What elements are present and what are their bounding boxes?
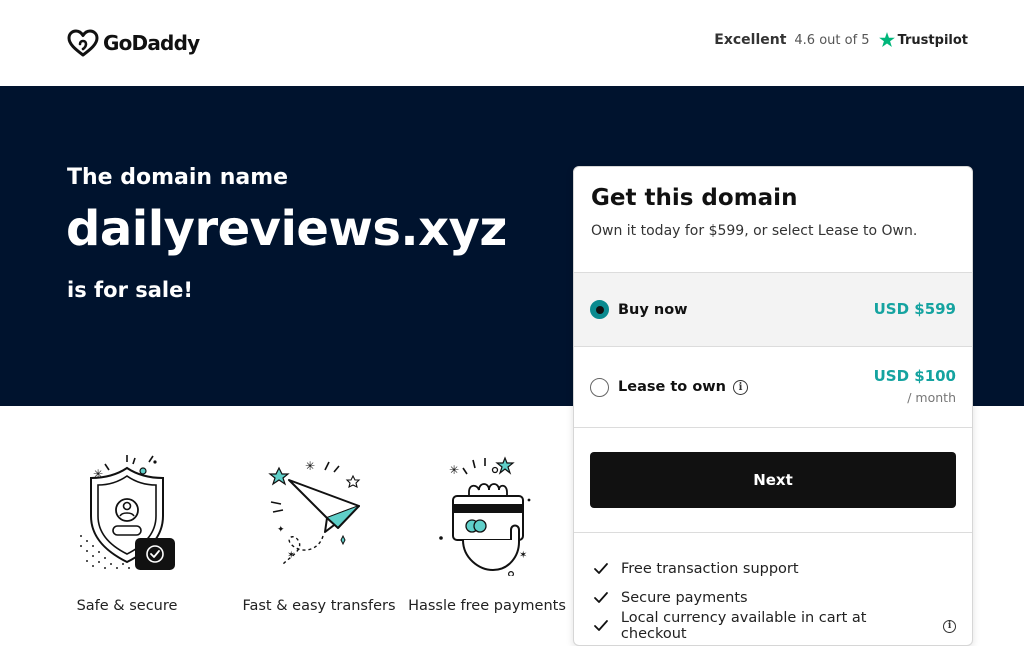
feature-safe-secure: ✳ Safe & secure xyxy=(67,446,187,614)
svg-text:✳: ✳ xyxy=(449,463,459,477)
feature-label: Fast & easy transfers xyxy=(242,598,396,614)
benefit-item: Free transaction support xyxy=(593,555,956,584)
benefits-list: Free transaction support Secure payments… xyxy=(574,532,972,643)
check-icon xyxy=(593,562,611,576)
lease-period: / month xyxy=(907,390,956,405)
card-subtitle: Own it today for $599, or select Lease t… xyxy=(591,223,918,239)
feature-label: Safe & secure xyxy=(76,598,178,614)
benefit-label: Local currency available in cart at chec… xyxy=(620,610,867,643)
logo-text: GoDaddy xyxy=(103,31,200,55)
next-section: Next xyxy=(574,427,972,532)
benefit-label: Free transaction support xyxy=(621,561,799,578)
buy-now-label: Buy now xyxy=(618,301,688,318)
benefit-item: Local currency available in cart at chec… xyxy=(593,610,956,643)
feature-hassle-free-payments: ✳ ✶ Hassle free payments xyxy=(403,446,571,614)
paper-plane-icon: ✳ ✦ ✶ xyxy=(268,459,361,565)
feature-label: Hassle free payments xyxy=(408,598,566,614)
features-list: ✳ Safe & secure ✳ ✦ ✶ Fast & easy transf… xyxy=(67,446,571,614)
rating-label: Excellent xyxy=(714,32,787,48)
trustpilot-star-icon xyxy=(878,32,895,47)
info-icon[interactable]: i xyxy=(733,379,748,395)
godaddy-heart-icon xyxy=(67,29,99,57)
buy-now-price: USD $599 xyxy=(873,300,956,318)
credit-card-icon: ✳ ✶ xyxy=(439,456,531,576)
lease-to-own-radio[interactable] xyxy=(590,377,609,397)
option-label: Buy now xyxy=(618,302,688,318)
hero-sale-text: is for sale! xyxy=(67,278,193,302)
check-icon xyxy=(593,619,611,633)
lease-price-block: USD $100 / month xyxy=(874,367,956,405)
svg-text:✶: ✶ xyxy=(519,550,527,561)
rating-score: 4.6 out of 5 xyxy=(794,32,870,48)
trustpilot-label: Trustpilot xyxy=(897,32,968,48)
feature-fast-transfers: ✳ ✦ ✶ Fast & easy transfers xyxy=(235,446,403,614)
svg-text:✳: ✳ xyxy=(305,459,315,473)
info-icon[interactable]: i xyxy=(943,619,956,633)
trustpilot-rating[interactable]: Excellent 4.6 out of 5 Trustpilot xyxy=(714,31,968,49)
purchase-card: Get this domain Own it today for $599, o… xyxy=(573,166,973,646)
card-header: Get this domain Own it today for $599, o… xyxy=(574,167,972,272)
site-header: GoDaddy Excellent 4.6 out of 5 Trustpilo… xyxy=(0,0,1024,86)
lease-to-own-label: Lease to own xyxy=(618,379,726,395)
check-icon xyxy=(593,591,611,605)
benefit-item: Secure payments xyxy=(593,584,956,613)
svg-text:✳: ✳ xyxy=(93,467,103,481)
svg-text:✦: ✦ xyxy=(277,525,285,535)
shield-icon: ✳ xyxy=(80,455,175,570)
svg-text:✶: ✶ xyxy=(287,550,295,561)
benefit-label: Secure payments xyxy=(621,589,748,606)
next-button[interactable]: Next xyxy=(590,452,956,508)
domain-name: dailyreviews.xyz xyxy=(66,201,507,257)
card-title: Get this domain xyxy=(591,185,798,211)
option-label: Lease to own i xyxy=(618,379,748,395)
option-buy-now[interactable]: Buy now USD $599 xyxy=(574,272,972,346)
lease-price: USD $100 xyxy=(873,367,956,385)
buy-now-radio[interactable] xyxy=(590,300,609,319)
godaddy-logo[interactable]: GoDaddy xyxy=(67,29,200,57)
hero-intro: The domain name xyxy=(67,165,289,190)
trustpilot-brand: Trustpilot xyxy=(878,31,968,49)
option-lease-to-own[interactable]: Lease to own i USD $100 / month xyxy=(574,346,972,427)
